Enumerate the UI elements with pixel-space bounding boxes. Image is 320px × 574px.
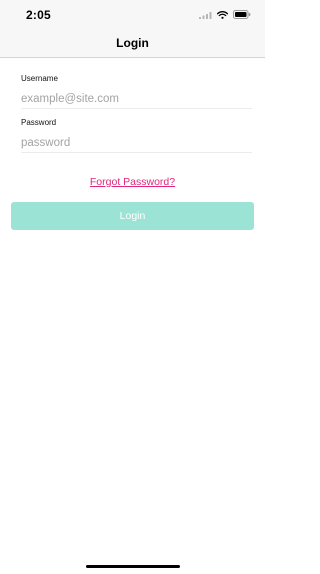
- status-icons: [199, 10, 251, 20]
- battery-icon: [233, 6, 251, 24]
- home-indicator: [86, 565, 180, 568]
- password-label: Password: [21, 118, 57, 127]
- wifi-icon: [216, 6, 229, 24]
- status-bar: 2:05: [0, 0, 265, 28]
- signal-icon: [199, 6, 212, 24]
- username-input[interactable]: [21, 90, 252, 109]
- status-time: 2:05: [26, 8, 51, 22]
- password-input[interactable]: [21, 134, 252, 153]
- forgot-password-link[interactable]: Forgot Password?: [0, 176, 265, 188]
- page-title: Login: [116, 36, 149, 50]
- username-label: Username: [21, 74, 58, 83]
- login-button[interactable]: Login: [11, 202, 254, 230]
- navigation-bar: Login: [0, 28, 265, 58]
